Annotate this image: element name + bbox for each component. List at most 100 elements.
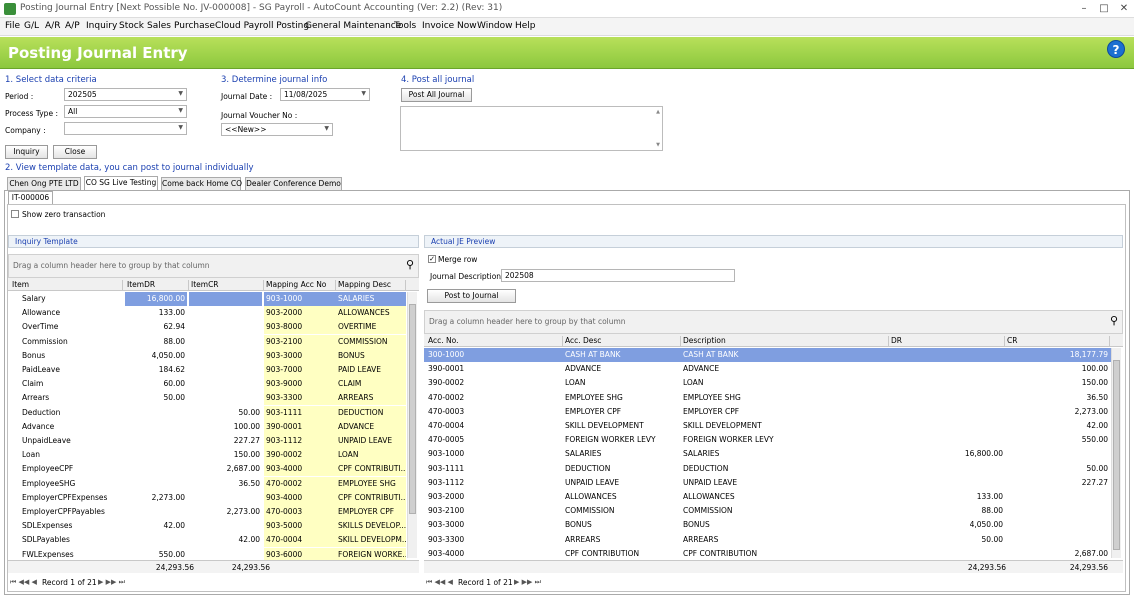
- search-icon[interactable]: ⚲: [406, 258, 414, 271]
- menu-window[interactable]: Window: [477, 21, 513, 31]
- menu-stock[interactable]: Stock: [119, 21, 144, 31]
- table-row[interactable]: Deduction 50.00 903-1111 DEDUCTION: [8, 405, 407, 420]
- col-description[interactable]: Description: [681, 336, 889, 347]
- table-row[interactable]: EmployerCPFExpenses 2,273.00 903-4000 CPF C…: [8, 490, 407, 505]
- tab-dealer-conference[interactable]: Dealer Conference Demo: [245, 177, 342, 190]
- close-button[interactable]: Close: [53, 145, 97, 159]
- table-row[interactable]: 903-2100 COMMISSION COMMISSION 88.00: [424, 504, 1111, 518]
- table-row[interactable]: Salary 16,800.00 903-1000 SALARIES: [8, 292, 407, 306]
- table-row[interactable]: 300-1000 CASH AT BANK CASH AT BANK 18,177.7…: [424, 348, 1111, 363]
- voucher-dropdown[interactable]: <<New>> ▼: [221, 123, 333, 136]
- table-row[interactable]: EmployeeSHG 36.50 470-0002 EMPLOYEE SHG: [8, 476, 407, 491]
- table-cell: 470-0004: [428, 421, 465, 430]
- show-zero-checkbox[interactable]: [11, 210, 19, 218]
- menu-inquiry[interactable]: Inquiry: [86, 21, 117, 31]
- menu-cloud-payroll-posting[interactable]: Cloud Payroll Posting: [215, 21, 309, 31]
- menu-ap[interactable]: A/P: [65, 21, 80, 31]
- table-row[interactable]: 903-2000 ALLOWANCES ALLOWANCES 133.00: [424, 490, 1111, 504]
- col-acc-no[interactable]: Acc. No.: [426, 336, 563, 347]
- tab-co-sg-live-testing[interactable]: CO SG Live Testing: [84, 176, 158, 190]
- table-row[interactable]: 470-0004 SKILL DEVELOPMENT SKILL DEVELOPME…: [424, 419, 1111, 433]
- table-row[interactable]: Bonus 4,050.00 903-3000 BONUS: [8, 348, 407, 363]
- menu-file[interactable]: File: [5, 21, 20, 31]
- period-dropdown[interactable]: 202505 ▼: [64, 88, 187, 101]
- scroll-up-icon[interactable]: ▲: [656, 109, 660, 115]
- journal-description-input[interactable]: 202508: [501, 269, 735, 282]
- search-icon[interactable]: ⚲: [1110, 314, 1118, 327]
- col-item[interactable]: Item: [10, 280, 123, 291]
- table-row[interactable]: SDLPayables 42.00 470-0004 SKILL DEVELOPM..…: [8, 533, 407, 548]
- menu-general-maintenance[interactable]: General Maintenance: [305, 21, 401, 31]
- menu-tools[interactable]: Tools: [394, 21, 416, 31]
- scroll-down-icon[interactable]: ▼: [656, 142, 660, 148]
- table-row[interactable]: Advance 100.00 390-0001 ADVANCE: [8, 419, 407, 434]
- table-row[interactable]: 903-1111 DEDUCTION DEDUCTION 50.00: [424, 462, 1111, 476]
- table-row[interactable]: Commission 88.00 903-2100 COMMISSION: [8, 334, 407, 349]
- company-dropdown[interactable]: ▼: [64, 122, 187, 135]
- table-row[interactable]: 903-1000 SALARIES SALARIES 16,800.00: [424, 447, 1111, 461]
- restore-button[interactable]: □: [1096, 2, 1112, 16]
- minimize-button[interactable]: –: [1076, 2, 1092, 16]
- menu-ar[interactable]: A/R: [45, 21, 60, 31]
- table-cell: 50.00: [981, 534, 1003, 544]
- table-row[interactable]: 390-0001 ADVANCE ADVANCE 100.00: [424, 362, 1111, 376]
- right-nav-first-icon[interactable]: ⏮ ◀◀ ◀: [426, 578, 453, 590]
- post-to-journal-button[interactable]: Post to Journal: [427, 289, 516, 303]
- table-cell: [189, 391, 262, 405]
- table-row[interactable]: 470-0002 EMPLOYEE SHG EMPLOYEE SHG 36.50: [424, 391, 1111, 405]
- table-cell: 50.00: [238, 407, 260, 417]
- table-row[interactable]: 903-1112 UNPAID LEAVE UNPAID LEAVE 227.27: [424, 476, 1111, 490]
- table-row[interactable]: 903-3300 ARREARS ARREARS 50.00: [424, 533, 1111, 547]
- post-all-journal-button[interactable]: Post All Journal: [401, 88, 472, 102]
- table-row[interactable]: UnpaidLeave 227.27 903-1112 UNPAID LEAVE: [8, 434, 407, 448]
- col-dr[interactable]: DR: [889, 336, 1005, 347]
- menu-invoice-now[interactable]: Invoice Now: [422, 21, 477, 31]
- help-icon[interactable]: ?: [1107, 40, 1125, 58]
- col-itemcr[interactable]: ItemCR: [189, 280, 264, 291]
- menu-sales[interactable]: Sales: [147, 21, 171, 31]
- tab-come-back-home[interactable]: Come back Home CO: [161, 177, 242, 190]
- right-scroll-thumb[interactable]: [1113, 360, 1120, 550]
- table-row[interactable]: Claim 60.00 903-9000 CLAIM: [8, 377, 407, 392]
- table-cell: ALLOWANCES: [683, 492, 735, 501]
- col-cr[interactable]: CR: [1005, 336, 1110, 347]
- right-nav-next-icon[interactable]: ▶ ▶▶ ⏭: [514, 578, 541, 590]
- inquiry-button[interactable]: Inquiry: [5, 145, 48, 159]
- table-cell: EMPLOYEE SHG: [683, 392, 741, 402]
- table-row[interactable]: PaidLeave 184.62 903-7000 PAID LEAVE: [8, 363, 407, 377]
- tab-chen-ong[interactable]: Chen Ong PTE LTD: [7, 177, 81, 190]
- chevron-down-icon: ▼: [178, 124, 183, 131]
- table-row[interactable]: Allowance 133.00 903-2000 ALLOWANCES: [8, 306, 407, 321]
- menu-help[interactable]: Help: [515, 21, 536, 31]
- table-row[interactable]: EmployerCPFPayables 2,273.00 470-0003 EMPLO…: [8, 505, 407, 519]
- col-itemdr[interactable]: ItemDR: [125, 280, 189, 291]
- table-row[interactable]: EmployeeCPF 2,687.00 903-4000 CPF CONTRIBUT…: [8, 462, 407, 477]
- table-cell: DEDUCTION: [336, 405, 406, 420]
- left-nav-first-icon[interactable]: ⏮ ◀◀ ◀: [10, 578, 37, 590]
- table-row[interactable]: SDLExpenses 42.00 903-5000 SKILLS DEVELOP..…: [8, 519, 407, 534]
- menu-purchase[interactable]: Purchase: [174, 21, 215, 31]
- process-type-dropdown[interactable]: All ▼: [64, 105, 187, 118]
- merge-row-checkbox[interactable]: ✓: [428, 255, 436, 263]
- table-row[interactable]: 470-0003 EMPLOYER CPF EMPLOYER CPF 2,273.00: [424, 405, 1111, 419]
- post-log-textarea[interactable]: ▲ ▼: [400, 106, 663, 151]
- journal-date-picker[interactable]: 11/08/2025 ▼: [280, 88, 370, 101]
- table-row[interactable]: 903-3000 BONUS BONUS 4,050.00: [424, 518, 1111, 532]
- table-row[interactable]: OverTime 62.94 903-8000 OVERTIME: [8, 320, 407, 335]
- left-scroll-thumb[interactable]: [409, 304, 416, 514]
- table-row[interactable]: 470-0005 FOREIGN WORKER LEVY FOREIGN WORKE…: [424, 433, 1111, 447]
- col-mapping-acc-no[interactable]: Mapping Acc No: [264, 280, 336, 291]
- table-row[interactable]: Loan 150.00 390-0002 LOAN: [8, 448, 407, 463]
- close-window-button[interactable]: ✕: [1116, 2, 1132, 16]
- left-vscrollbar[interactable]: [407, 292, 417, 558]
- table-cell: 227.27: [233, 436, 260, 445]
- menu-gl[interactable]: G/L: [24, 21, 39, 31]
- left-nav-next-icon[interactable]: ▶ ▶▶ ⏭: [98, 578, 125, 590]
- table-row[interactable]: 903-4000 CPF CONTRIBUTION CPF CONTRIBUTION…: [424, 547, 1111, 561]
- col-mapping-desc[interactable]: Mapping Desc: [336, 280, 406, 291]
- tab-it-000006[interactable]: IT-000006: [8, 191, 53, 205]
- right-vscrollbar[interactable]: [1111, 348, 1121, 558]
- table-row[interactable]: Arrears 50.00 903-3300 ARREARS: [8, 391, 407, 406]
- col-acc-desc[interactable]: Acc. Desc: [563, 336, 681, 347]
- table-row[interactable]: 390-0002 LOAN LOAN 150.00: [424, 376, 1111, 390]
